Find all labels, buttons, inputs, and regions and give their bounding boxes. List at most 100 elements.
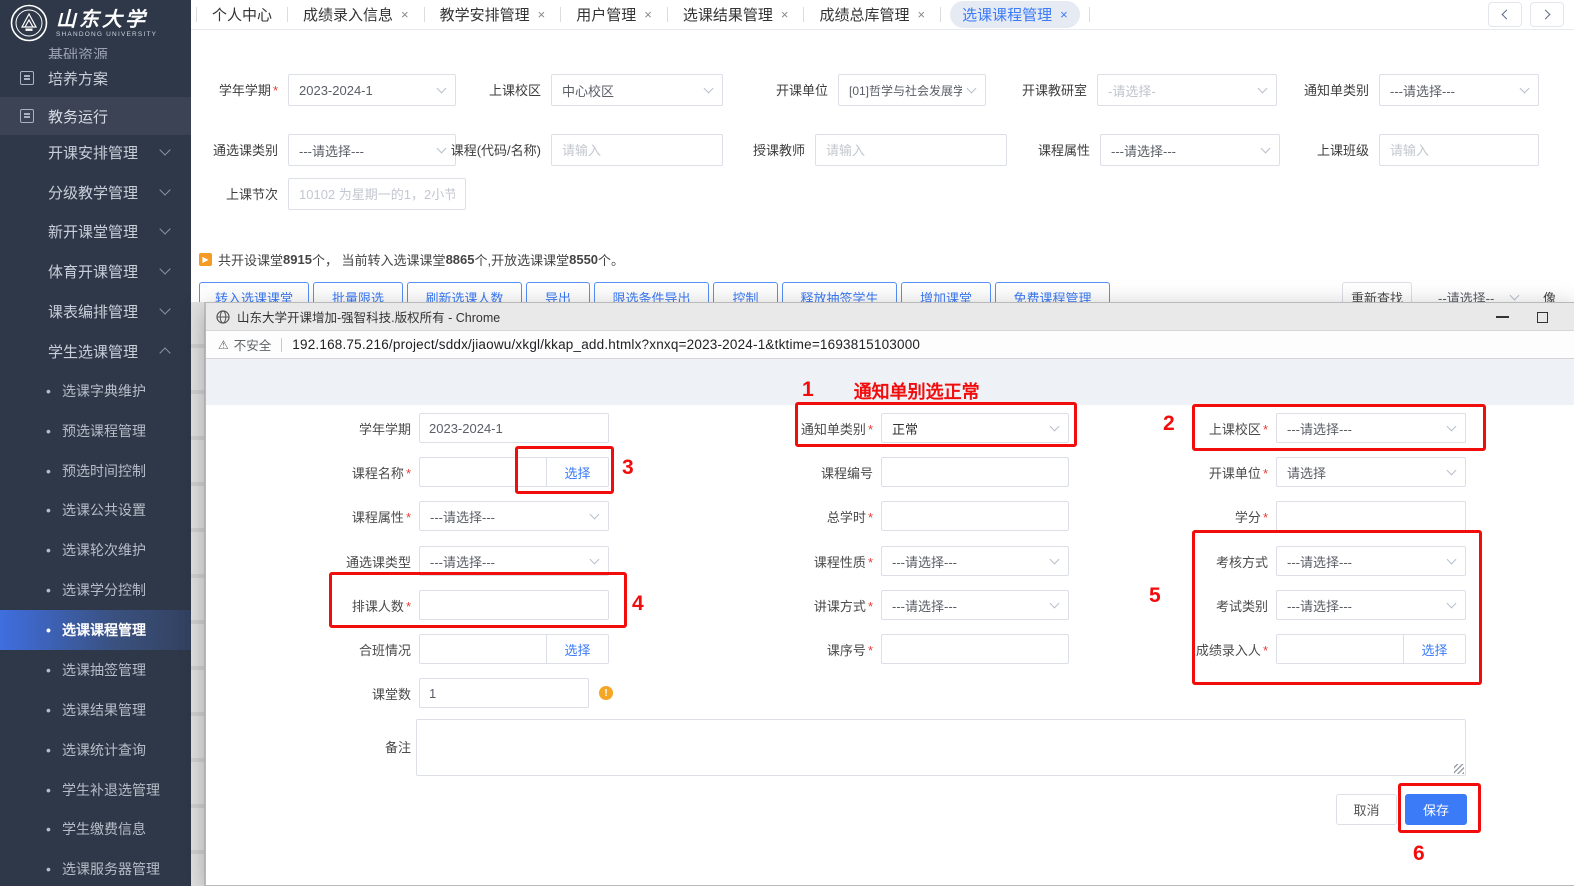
- tab-grade-entry-info[interactable]: 成绩录入信息×: [293, 4, 419, 25]
- warning-exclamation-icon: !: [599, 686, 613, 700]
- sidebar-item-xk-server[interactable]: •选课服务器管理: [0, 849, 191, 886]
- popup-url-bar[interactable]: ⚠ 不安全 192.168.75.216/project/sddx/jiaowu…: [206, 331, 1574, 359]
- maximize-button[interactable]: [1537, 312, 1548, 323]
- tab-xk-result-management[interactable]: 选课结果管理×: [673, 4, 799, 25]
- form-header-band: [206, 359, 1574, 405]
- sidebar-item-preselect-course[interactable]: •预选课程管理: [0, 411, 191, 451]
- sidebar-item-xk-public-setting[interactable]: •选课公共设置: [0, 490, 191, 530]
- tabs-scroll-left-button[interactable]: [1488, 2, 1522, 27]
- filter-panel: 学年学期* 2023-2024-1 上课校区 中心校区 开课单位 [01]哲学与…: [191, 30, 1574, 302]
- assessment-method-select[interactable]: ---请选择---: [1276, 546, 1466, 576]
- tabs-scroll-right-button[interactable]: [1530, 2, 1564, 27]
- cancel-button[interactable]: 取消: [1336, 794, 1397, 825]
- form-field-course-nature: 课程性质* ---请选择---: [728, 546, 1069, 576]
- sidebar-item-student-payment[interactable]: •学生缴费信息: [0, 809, 191, 849]
- popup-title-bar[interactable]: 山东大学开课增加-强智科技.版权所有 - Chrome: [206, 303, 1574, 331]
- sidebar-item-xk-result[interactable]: •选课结果管理: [0, 690, 191, 730]
- close-icon[interactable]: ×: [401, 7, 409, 22]
- sidebar-item-xk-lottery[interactable]: •选课抽签管理: [0, 650, 191, 690]
- planned-enrollment-input[interactable]: [419, 590, 609, 620]
- form-field-planned-enrollment: 排课人数*: [266, 590, 609, 620]
- combined-class-input[interactable]: [420, 635, 546, 663]
- popup-offering-unit-select[interactable]: 请选择: [1276, 457, 1466, 487]
- sidebar-item-xk-statistics[interactable]: •选课统计查询: [0, 730, 191, 770]
- grade-recorder-input[interactable]: [1277, 635, 1403, 663]
- close-icon[interactable]: ×: [1060, 7, 1068, 22]
- tab-user-management[interactable]: 用户管理×: [566, 4, 662, 25]
- sidebar-group-pe-offering[interactable]: 体育开课管理: [0, 251, 191, 291]
- class-input[interactable]: [1379, 134, 1539, 166]
- tab-teaching-arrangement[interactable]: 教学安排管理×: [430, 4, 556, 25]
- close-icon[interactable]: ×: [917, 7, 925, 22]
- tab-grade-repository[interactable]: 成绩总库管理×: [809, 4, 935, 25]
- form-field-course-sequence: 课序号*: [728, 634, 1069, 664]
- course-nature-select[interactable]: ---请选择---: [881, 546, 1069, 576]
- general-course-type-select[interactable]: ---请选择---: [288, 134, 456, 166]
- sidebar-group-new-class[interactable]: 新开课堂管理: [0, 211, 191, 251]
- form-field-remark-label: 备注: [266, 731, 419, 761]
- chevron-down-icon: [1261, 144, 1271, 154]
- class-count-input[interactable]: [419, 678, 589, 708]
- notice-type-select[interactable]: ---请选择---: [1379, 74, 1539, 106]
- notice-type-select[interactable]: 正常: [881, 413, 1069, 443]
- campus-select[interactable]: 中心校区: [551, 74, 723, 106]
- tab-xk-course-management[interactable]: 选课课程管理×: [950, 1, 1080, 28]
- sidebar-item-xk-dict[interactable]: •选课字典维护: [0, 371, 191, 411]
- filter-field-course-code-name: 课程(代码/名称): [441, 134, 723, 166]
- course-name-choose-button[interactable]: 选择: [546, 458, 608, 486]
- close-icon[interactable]: ×: [781, 7, 789, 22]
- sidebar-item-preselect-time[interactable]: •预选时间控制: [0, 451, 191, 491]
- add-course-popup-window: 山东大学开课增加-强智科技.版权所有 - Chrome ⚠ 不安全 192.16…: [205, 302, 1574, 886]
- save-button[interactable]: 保存: [1405, 794, 1467, 825]
- offering-unit-select[interactable]: [01]哲学与社会发展学院: [838, 74, 986, 106]
- resize-handle[interactable]: [1454, 764, 1464, 774]
- course-sequence-input[interactable]: [881, 634, 1069, 664]
- filter-field-teaching-office: 开课教研室 -请选择-: [1017, 74, 1277, 106]
- course-attribute-select[interactable]: ---请选择---: [1100, 134, 1280, 166]
- tab-divider: [667, 7, 668, 22]
- sidebar-item-academic-operation[interactable]: 教务运行: [0, 97, 191, 135]
- close-icon[interactable]: ×: [644, 7, 652, 22]
- popup-campus-select[interactable]: ---请选择---: [1276, 413, 1466, 443]
- course-code-name-input[interactable]: [551, 134, 723, 166]
- exam-type-select[interactable]: ---请选择---: [1276, 590, 1466, 620]
- course-attribute-select[interactable]: ---请选择---: [419, 501, 609, 531]
- sidebar-item-xk-credit-control[interactable]: •选课学分控制: [0, 570, 191, 610]
- sidebar-item-xk-round[interactable]: •选课轮次维护: [0, 530, 191, 570]
- combined-class-choose-button[interactable]: 选择: [546, 635, 608, 663]
- chevron-down-icon: [1510, 291, 1520, 301]
- sidebar-item-xk-course-management[interactable]: •选课课程管理: [0, 610, 191, 650]
- form-field-assessment-method: 考核方式 ---请选择---: [1121, 546, 1466, 576]
- chevron-down-icon: [1447, 422, 1457, 432]
- sidebar-item-student-adddrop[interactable]: •学生补退选管理: [0, 770, 191, 810]
- lecture-mode-select[interactable]: ---请选择---: [881, 590, 1069, 620]
- teaching-office-select[interactable]: -请选择-: [1097, 74, 1277, 106]
- grade-recorder-choose-button[interactable]: 选择: [1403, 635, 1465, 663]
- sidebar-group-course-offering[interactable]: 开课安排管理: [0, 132, 191, 172]
- form-field-lecture-mode: 讲课方式* ---请选择---: [728, 590, 1069, 620]
- teacher-input[interactable]: [815, 134, 1007, 166]
- filter-field-campus: 上课校区 中心校区: [441, 74, 723, 106]
- credits-input[interactable]: [1276, 501, 1466, 531]
- course-name-input[interactable]: [420, 458, 546, 486]
- chevron-down-icon: [1258, 84, 1268, 94]
- sidebar-group-timetable[interactable]: 课表编排管理: [0, 291, 191, 331]
- close-icon[interactable]: ×: [538, 7, 546, 22]
- sidebar-item-training-plan[interactable]: 培养方案: [0, 59, 191, 97]
- term-select[interactable]: 2023-2024-1: [288, 74, 456, 106]
- course-number-input[interactable]: [881, 457, 1069, 487]
- remark-textarea[interactable]: [416, 719, 1466, 776]
- tab-divider: [287, 7, 288, 22]
- popup-window-title: 山东大学开课增加-强智科技.版权所有 - Chrome: [237, 307, 500, 326]
- tab-personal-center[interactable]: 个人中心: [202, 4, 282, 25]
- sidebar-group-level-teaching[interactable]: 分级教学管理: [0, 172, 191, 212]
- term-input[interactable]: [419, 413, 609, 443]
- sidebar-item-basic-resources[interactable]: 基础资源: [0, 44, 191, 59]
- total-hours-input[interactable]: [881, 501, 1069, 531]
- page-gutter: [191, 302, 205, 886]
- minimize-button[interactable]: [1496, 316, 1509, 318]
- sidebar-group-student-course-selection[interactable]: 学生选课管理: [0, 331, 191, 371]
- general-course-type-select[interactable]: ---请选择---: [419, 546, 609, 576]
- form-field-combined-class: 合班情况 选择: [266, 634, 609, 664]
- period-input[interactable]: [288, 178, 466, 210]
